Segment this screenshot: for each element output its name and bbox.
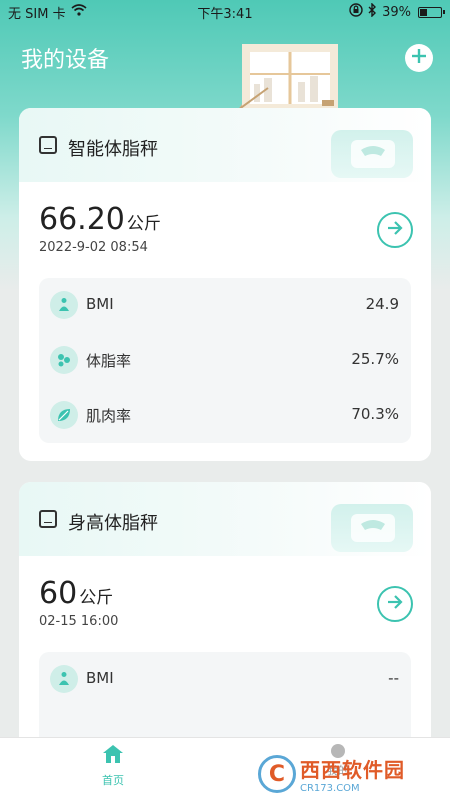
card-header: 身高体脂秤 — [19, 482, 431, 556]
wifi-icon — [71, 4, 87, 20]
watermark-text: 西西软件园 — [300, 758, 405, 782]
add-device-button[interactable] — [405, 44, 433, 72]
metric-label: 肌肉率 — [86, 407, 132, 425]
metric-label: BMI — [86, 669, 114, 687]
tab-home-label: 首页 — [102, 774, 124, 787]
arrow-right-icon — [386, 594, 404, 614]
person-icon — [50, 291, 78, 319]
weight-display: 66.20 公斤 — [39, 202, 161, 237]
battery-percent: 39% — [382, 4, 411, 20]
weight-value: 60 — [39, 576, 78, 611]
person-icon — [50, 665, 78, 693]
metric-value: 70.3% — [351, 405, 399, 423]
device-card[interactable]: 智能体脂秤 66.20 公斤 2022-9-02 08:54 BMI 24.9 … — [19, 108, 431, 461]
fat-cells-icon — [50, 346, 78, 374]
weight-unit: 公斤 — [79, 588, 114, 608]
metrics-panel: BMI -- — [39, 652, 411, 737]
device-select-checkbox[interactable] — [39, 510, 57, 528]
weight-unit: 公斤 — [126, 214, 161, 234]
metric-value: 24.9 — [365, 295, 399, 313]
arrow-right-icon — [386, 220, 404, 240]
measurement-time: 02-15 16:00 — [39, 614, 119, 629]
weight-display: 60 公斤 — [39, 576, 113, 611]
home-icon — [102, 745, 124, 768]
measurement-time: 2022-9-02 08:54 — [39, 240, 148, 255]
metric-row-body-fat[interactable]: 体脂率 25.7% — [39, 333, 411, 388]
window-illustration — [237, 44, 340, 112]
metric-value: -- — [388, 669, 399, 687]
battery-level — [420, 8, 428, 16]
metric-value: 25.7% — [351, 350, 399, 368]
watermark: C 西西软件园 CR173.COM — [258, 752, 448, 796]
device-name: 智能体脂秤 — [68, 139, 158, 160]
weight-value: 66.20 — [39, 202, 125, 237]
watermark-subtext: CR173.COM — [300, 783, 360, 794]
watermark-logo-icon: C — [258, 755, 296, 793]
metric-row-muscle[interactable]: 肌肉率 70.3% — [39, 388, 411, 443]
battery-icon — [418, 6, 445, 18]
bluetooth-icon — [368, 2, 377, 21]
status-bar: 无 SIM 卡 下午3:41 39% — [0, 0, 450, 24]
device-detail-button[interactable] — [377, 212, 413, 248]
device-select-checkbox[interactable] — [39, 136, 57, 154]
status-time: 下午3:41 — [197, 6, 253, 22]
page-title: 我的设备 — [21, 48, 110, 73]
leaf-icon — [50, 401, 78, 429]
card-header: 智能体脂秤 — [19, 108, 431, 182]
device-card[interactable]: 身高体脂秤 60 公斤 02-15 16:00 BMI -- — [19, 482, 431, 737]
lock-rotation-icon — [349, 3, 363, 21]
plus-icon — [411, 48, 427, 68]
device-detail-button[interactable] — [377, 586, 413, 622]
carrier-label: 无 SIM 卡 — [8, 6, 66, 22]
metric-row-bmi[interactable]: BMI 24.9 — [39, 278, 411, 333]
tab-home[interactable]: 首页 — [85, 744, 141, 788]
scale-icon — [331, 130, 413, 178]
metric-label: BMI — [86, 295, 114, 313]
device-name: 身高体脂秤 — [68, 513, 158, 534]
metric-row-bmi[interactable]: BMI -- — [39, 652, 411, 707]
metrics-panel: BMI 24.9 体脂率 25.7% 肌肉率 70.3% — [39, 278, 411, 443]
scale-icon — [331, 504, 413, 552]
metric-label: 体脂率 — [86, 352, 132, 370]
